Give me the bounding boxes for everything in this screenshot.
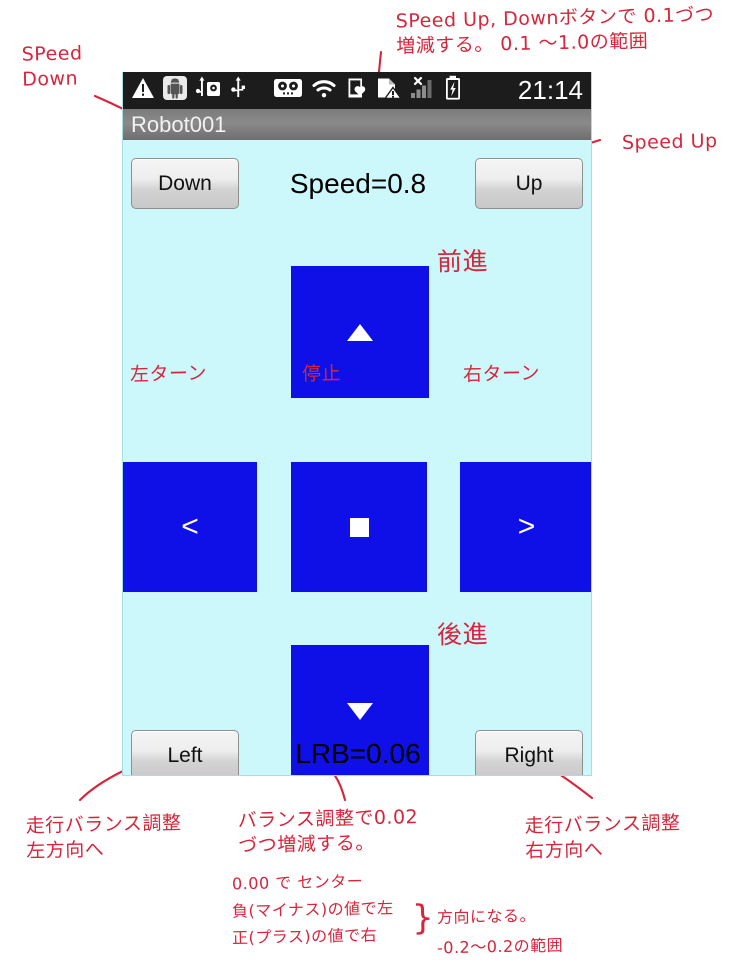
annotation-speed-note: SPeed Up, Downボタンで 0.1づつ 増減する。 0.1 〜1.0の… [395,3,715,58]
wifi-icon [310,77,338,104]
phone-heart-icon [345,76,369,105]
annotation-balance-right: 走行バランス調整 右方向へ [524,811,681,863]
tape-recorder-icon [273,77,303,104]
annotation-lrb-note-4: 正(プラス)の値で右 [231,925,378,948]
app-title: Robot001 [131,111,227,137]
lrb-left-button[interactable]: Left [131,730,239,775]
turn-left-pad-button[interactable]: < [123,462,257,592]
lrb-right-button[interactable]: Right [475,730,583,775]
status-bar-clock: 21:14 [517,75,583,105]
triangle-up-icon [347,323,373,341]
annotation-brace: } [411,897,435,939]
usb-storage-icon [195,76,223,105]
annotation-speed-up: Speed Up [621,130,718,154]
chevron-right-icon: > [517,510,536,543]
forward-pad-button[interactable] [291,266,429,398]
phone-screen: 21:14 Robot001 Down Speed=0.8 Up < > Lef… [122,72,592,776]
annotation-lrb-note-6: -0.2〜0.2の範囲 [436,935,564,958]
usb-icon [230,76,247,105]
chevron-left-icon: < [181,510,199,543]
lrb-readout: LRB=0.06 [295,738,421,769]
android-debug-icon [162,75,188,106]
annotation-balance-left: 走行バランス調整 左方向へ [25,811,182,863]
annotation-lrb-note-3: 負(マイナス)の値で左 [231,898,394,921]
speed-up-button[interactable]: Up [475,158,583,209]
sd-card-warning-icon [376,76,403,105]
square-stop-icon [349,517,369,537]
speed-down-button[interactable]: Down [131,158,239,209]
signal-bars-no-service-icon [409,76,437,105]
turn-right-pad-button[interactable]: > [460,462,591,592]
warning-triangle-icon [131,77,155,104]
annotation-speed-down: SPeed Down [21,42,83,91]
stop-pad-button[interactable] [291,462,427,592]
annotation-lrb-note-5: 方向になる。 [436,905,537,928]
title-bar: Robot001 [123,109,591,140]
annotation-lrb-note-1: バランス調整で0.02 づつ増減する。 [237,806,419,857]
control-panel: Down Speed=0.8 Up < > Left LRB=0.06 Righ… [123,140,591,775]
annotation-lrb-note-2: 0.00 で センター [231,871,364,894]
triangle-down-icon [347,702,373,720]
battery-charging-icon [444,75,462,106]
status-bar: 21:14 [123,72,591,109]
speed-readout: Speed=0.8 [289,168,427,199]
